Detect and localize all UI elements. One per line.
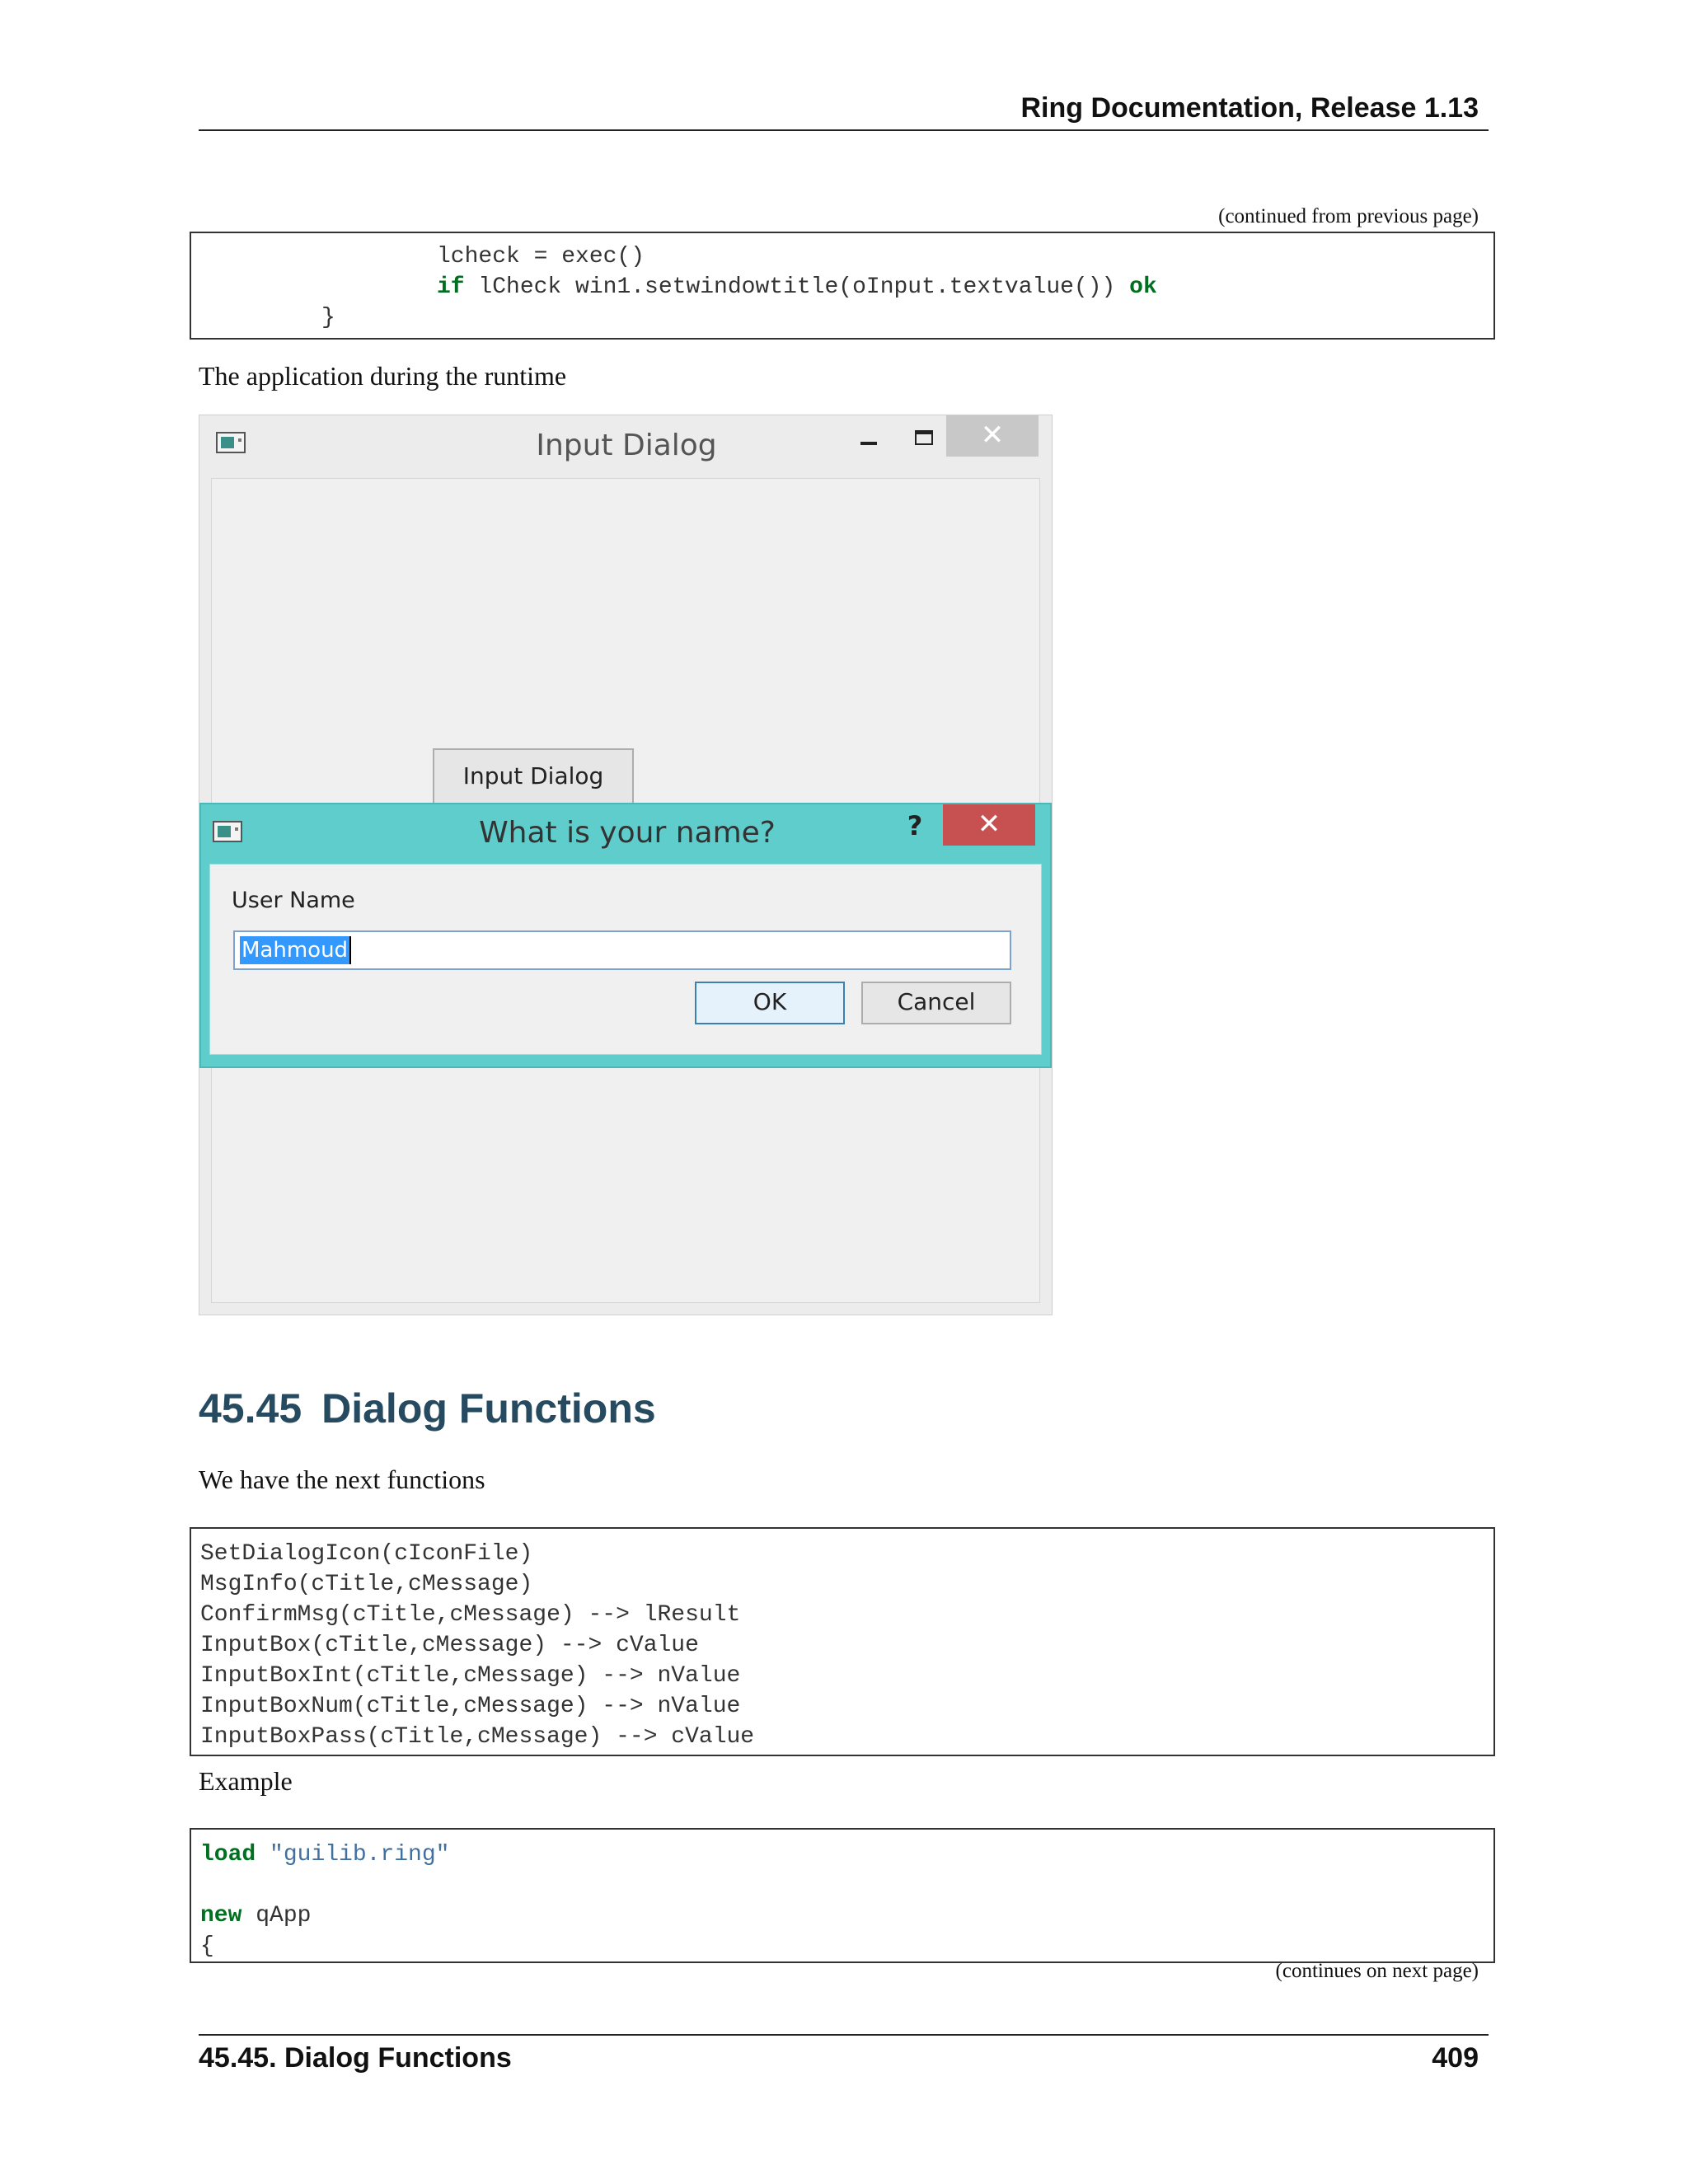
section-heading: 45.45 Dialog Functions: [199, 1385, 656, 1432]
app-screenshot: Input Dialog ✕ Input Dialog What is your…: [199, 415, 1053, 1315]
ok-button[interactable]: OK: [695, 982, 845, 1024]
running-header: Ring Documentation, Release 1.13: [1020, 92, 1479, 124]
code-line: {: [200, 1933, 214, 1959]
keyword-if: if: [437, 274, 465, 300]
runtime-caption: The application during the runtime: [199, 361, 567, 391]
close-icon[interactable]: ✕: [946, 415, 1039, 457]
keyword-new: new: [200, 1903, 242, 1929]
code-line: }: [321, 305, 335, 330]
code-line: lcheck = exec(): [437, 244, 645, 269]
code-line: if lCheck win1.setwindowtitle(oInput.tex…: [191, 272, 1493, 302]
footer-section: 45.45. Dialog Functions: [199, 2042, 512, 2074]
close-icon[interactable]: ✕: [943, 804, 1035, 846]
functions-code-block: SetDialogIcon(cIconFile) MsgInfo(cTitle,…: [190, 1527, 1495, 1756]
code-text: lCheck win1.setwindowtitle(oInput.textva…: [464, 274, 1130, 300]
user-name-label: User Name: [232, 888, 355, 913]
code-line: InputBox(cTitle,cMessage) --> cValue: [200, 1633, 699, 1658]
name-dialog: What is your name? ? ✕ User Name Mahmoud…: [199, 803, 1052, 1068]
help-icon[interactable]: ?: [898, 808, 931, 844]
page-number: 409: [1432, 2042, 1479, 2074]
string-literal: "guilib.ring": [270, 1842, 450, 1868]
code-line: MsgInfo(cTitle,cMessage): [200, 1572, 533, 1597]
dialog-client: User Name Mahmoud OK Cancel: [209, 864, 1042, 1055]
code-line: InputBoxInt(cTitle,cMessage) --> nValue: [200, 1663, 741, 1689]
minimize-icon[interactable]: [851, 422, 887, 455]
example-code-block: load "guilib.ring" new qApp {: [190, 1828, 1495, 1963]
header-rule: [199, 129, 1489, 131]
code-line: new qApp: [200, 1900, 1493, 1931]
code-line: InputBoxNum(cTitle,cMessage) --> nValue: [200, 1694, 741, 1719]
section-title: Dialog Functions: [321, 1385, 656, 1432]
user-name-value: Mahmoud: [240, 936, 352, 964]
user-name-input[interactable]: Mahmoud: [233, 930, 1011, 970]
cancel-button[interactable]: Cancel: [861, 982, 1011, 1024]
continues-next-note: (continues on next page): [1275, 1960, 1479, 1982]
code-line: load "guilib.ring": [200, 1840, 1493, 1870]
example-label: Example: [199, 1766, 293, 1796]
intro-text: We have the next functions: [199, 1465, 485, 1494]
input-dialog-button[interactable]: Input Dialog: [433, 748, 634, 806]
code-line: InputBoxPass(cTitle,cMessage) --> cValue: [200, 1724, 755, 1750]
code-line: ConfirmMsg(cTitle,cMessage) --> lResult: [200, 1602, 741, 1628]
continued-from-note: (continued from previous page): [1218, 205, 1479, 227]
code-line: SetDialogIcon(cIconFile): [200, 1541, 533, 1567]
keyword-ok: ok: [1129, 274, 1157, 300]
code-text: qApp: [241, 1903, 312, 1929]
section-number: 45.45: [199, 1385, 302, 1432]
footer-rule: [199, 2034, 1489, 2036]
code-block-top: lcheck = exec() if lCheck win1.setwindow…: [190, 232, 1495, 340]
keyword-load: load: [200, 1842, 256, 1868]
maximize-icon[interactable]: [907, 422, 940, 455]
